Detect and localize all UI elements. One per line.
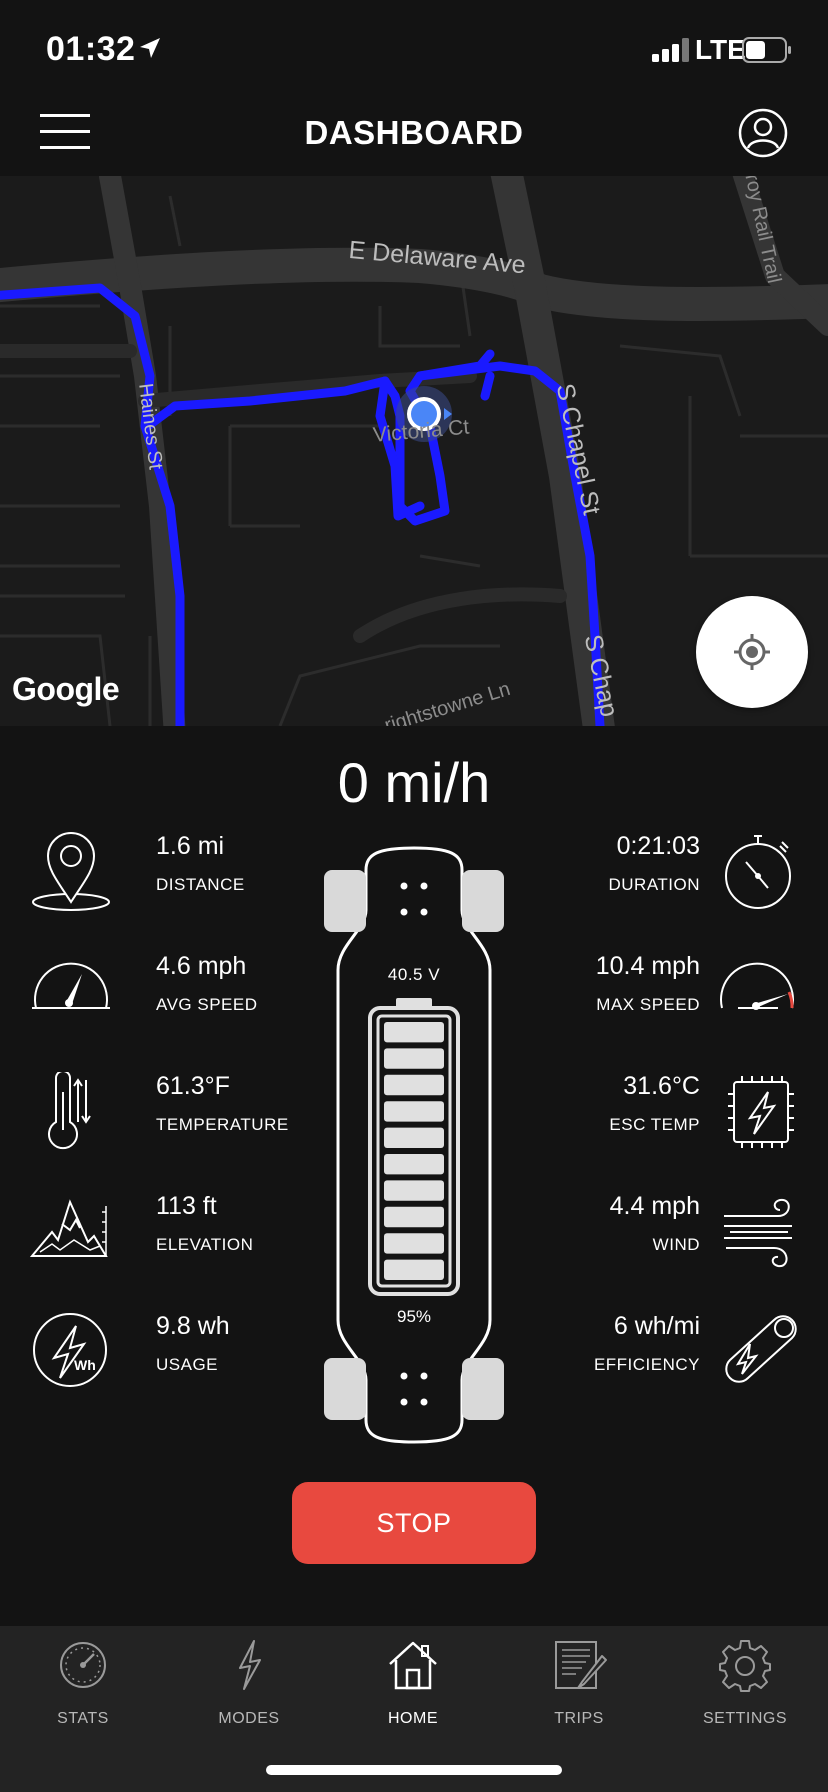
duration-value: 0:21:03: [616, 832, 700, 860]
battery-cell: [384, 1180, 444, 1201]
signal-icon: [652, 38, 689, 62]
battery-cell: [384, 1022, 444, 1043]
google-logo: Google: [12, 671, 120, 707]
battery-cell: [384, 1048, 444, 1069]
elevation-label: ELEVATION: [156, 1235, 254, 1254]
stat-wind: 4.4 mph WIND: [560, 1192, 800, 1272]
svg-text:Wh: Wh: [74, 1357, 96, 1373]
network-type: LTE: [695, 34, 746, 65]
energy-usage-icon: Wh: [33, 1313, 107, 1387]
crosshair-icon: [734, 634, 770, 670]
location-arrow-icon: [140, 38, 160, 58]
battery-cell: [384, 1127, 444, 1148]
thermometer-icon: [48, 1072, 91, 1150]
stop-button[interactable]: STOP: [292, 1482, 536, 1564]
tab-label: MODES: [218, 1710, 280, 1727]
stat-esc-temp: 31.6°C ESC TEMP: [560, 1072, 800, 1152]
tab-modes[interactable]: MODES: [166, 1626, 332, 1736]
battery-cell: [384, 1074, 444, 1096]
esc-chip-icon: [728, 1076, 794, 1148]
recenter-location-button[interactable]: [696, 596, 808, 708]
tab-trips[interactable]: TRIPS: [496, 1626, 662, 1736]
battery-cell: [384, 1233, 444, 1254]
distance-value: 1.6 mi: [156, 832, 225, 860]
max-speed-label: MAX SPEED: [596, 995, 700, 1014]
lightning-icon: [239, 1640, 261, 1690]
battery-voltage: 40.5 V: [387, 965, 441, 984]
distance-label: DISTANCE: [156, 875, 245, 894]
stat-temperature: 61.3°F TEMPERATURE: [30, 1072, 310, 1152]
max-speed-value: 10.4 mph: [595, 952, 700, 980]
stat-usage: Wh 9.8 wh USAGE: [30, 1312, 290, 1392]
wind-label: WIND: [652, 1235, 700, 1254]
home-indicator: [266, 1765, 562, 1775]
avg-speed-label: AVG SPEED: [156, 995, 258, 1014]
trips-icon: [555, 1641, 607, 1689]
stat-avg-speed: 4.6 mph AVG SPEED: [30, 952, 290, 1032]
battery-cell: [384, 1206, 444, 1228]
status-time: 01:32: [46, 30, 136, 68]
mountain-icon: [30, 1199, 108, 1257]
temperature-label: TEMPERATURE: [156, 1115, 289, 1134]
gear-icon: [719, 1640, 771, 1692]
nav-header: DASHBOARD: [0, 90, 828, 176]
tab-stats[interactable]: STATS: [0, 1626, 166, 1736]
esc-temp-label: ESC TEMP: [609, 1115, 700, 1134]
gauge-icon: [60, 1642, 106, 1688]
map-pin-icon: [32, 832, 110, 911]
current-speed: 0 mi/h: [337, 751, 491, 814]
page-title: DASHBOARD: [304, 114, 524, 151]
temperature-value: 61.3°F: [156, 1072, 230, 1100]
profile-icon[interactable]: [738, 108, 788, 158]
stat-efficiency: 6 wh/mi EFFICIENCY: [560, 1312, 800, 1392]
home-icon: [389, 1641, 437, 1690]
elevation-value: 113 ft: [156, 1192, 217, 1220]
efficiency-battery-icon: [725, 1315, 797, 1383]
esc-temp-value: 31.6°C: [623, 1072, 700, 1100]
tab-label: STATS: [57, 1710, 109, 1727]
tab-label: TRIPS: [554, 1710, 604, 1727]
tab-label: HOME: [388, 1710, 438, 1727]
battery-cell: [384, 1101, 444, 1122]
battery-cell: [384, 1259, 444, 1280]
stat-max-speed: 10.4 mph MAX SPEED: [560, 952, 800, 1032]
usage-value: 9.8 wh: [156, 1312, 230, 1340]
map-view[interactable]: E Delaware Ave Victoria Ct Haines St S C…: [0, 176, 828, 726]
speedometer-icon: [32, 962, 110, 1009]
tab-settings[interactable]: SETTINGS: [662, 1626, 828, 1736]
efficiency-value: 6 wh/mi: [613, 1312, 700, 1340]
avg-speed-value: 4.6 mph: [156, 952, 247, 980]
battery-icon: [742, 37, 791, 63]
usage-label: USAGE: [156, 1355, 219, 1374]
efficiency-label: EFFICIENCY: [593, 1355, 700, 1374]
duration-label: DURATION: [608, 875, 700, 894]
status-bar: 01:32 LTE: [0, 0, 828, 90]
battery-percent: 95%: [396, 1307, 432, 1326]
stat-elevation: 113 ft ELEVATION: [30, 1192, 290, 1272]
max-speed-gauge-icon: [720, 962, 794, 1010]
stat-distance: 1.6 mi DISTANCE: [30, 832, 290, 912]
tab-label: SETTINGS: [702, 1710, 787, 1727]
stopwatch-icon: [725, 835, 791, 909]
stat-duration: 0:21:03 DURATION: [560, 832, 800, 912]
skateboard-graphic: [324, 846, 504, 1444]
wind-value: 4.4 mph: [609, 1192, 700, 1220]
tab-home[interactable]: HOME: [330, 1626, 496, 1736]
wind-icon: [724, 1198, 792, 1268]
battery-cells: [384, 1022, 444, 1280]
battery-cell: [384, 1154, 444, 1175]
tab-bar: STATS MODES HOME TRIPS SETTINGS: [0, 1626, 828, 1792]
